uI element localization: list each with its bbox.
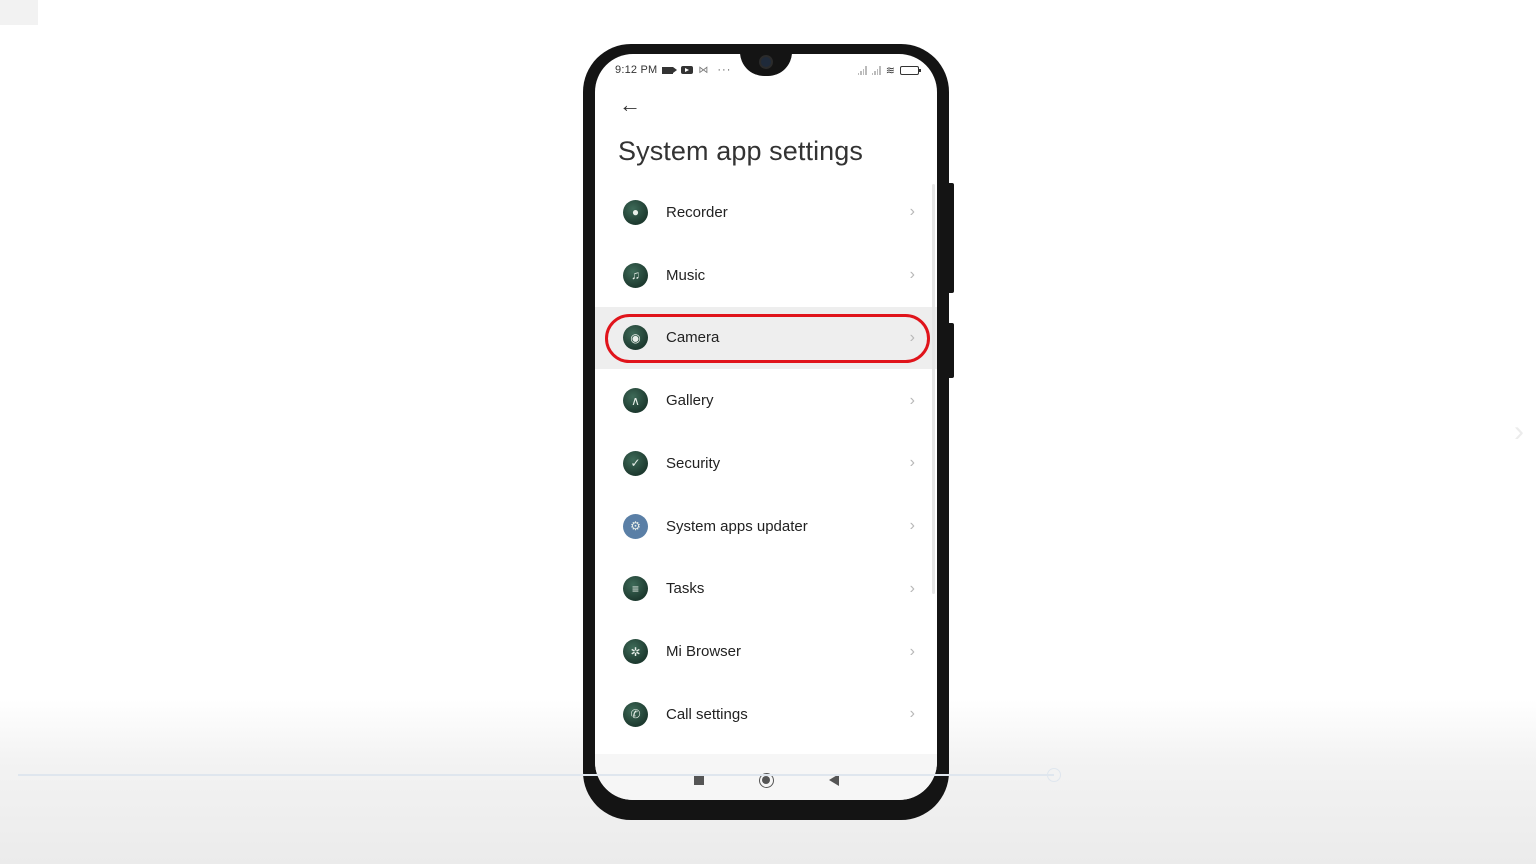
chevron-right-icon: › [909, 454, 915, 472]
corner-overlay-patch [0, 0, 38, 25]
chevron-right-icon: › [909, 705, 915, 723]
status-bar: 9:12 PM ⋈ ··· ≋ [615, 62, 921, 78]
list-item-camera[interactable]: ◉ Camera › [595, 306, 937, 370]
status-time: 9:12 PM [615, 64, 658, 76]
chevron-right-icon: › [909, 266, 915, 284]
video-progress-thumb[interactable] [1047, 768, 1061, 782]
next-slide-chevron-icon[interactable]: › [1514, 417, 1534, 447]
list-item-label: System apps updater [666, 517, 808, 535]
signal-1-icon [857, 65, 867, 75]
music-note-icon: ♫ [623, 262, 648, 288]
list-item-label: Tasks [666, 580, 705, 598]
chevron-right-icon: › [909, 203, 915, 221]
list-item-system-apps-updater[interactable]: ⚙ System apps updater › [595, 495, 937, 558]
list-item-label: Gallery [666, 392, 714, 410]
list-item-mi-browser[interactable]: ✲ Mi Browser › [595, 620, 937, 683]
camera-icon: ◉ [623, 325, 648, 351]
back-button[interactable] [828, 774, 839, 786]
list-item-recorder[interactable]: ● Recorder › [595, 181, 937, 244]
list-item-music[interactable]: ♫ Music › [595, 244, 937, 307]
list-item-tasks[interactable]: ≡ Tasks › [595, 558, 937, 621]
chevron-right-icon: › [909, 517, 915, 535]
list-item-label: Music [666, 266, 706, 284]
gear-icon: ⚙ [623, 513, 648, 539]
youtube-icon [681, 66, 694, 74]
back-arrow-button[interactable]: ← [619, 94, 643, 118]
list-item-label: Mi Browser [666, 643, 742, 661]
list-item-label: Recorder [666, 203, 728, 221]
video-camera-icon [662, 66, 678, 74]
settings-list: ● Recorder › ♫ Music › ◉ Camera › ∧ Gall… [595, 181, 937, 746]
more-dots-icon: ··· [717, 64, 732, 76]
video-progress-track[interactable] [18, 774, 1054, 776]
atom-browser-icon: ✲ [623, 639, 648, 665]
mountain-image-icon: ∧ [623, 388, 648, 414]
chevron-right-icon: › [909, 642, 915, 660]
scrollbar[interactable] [932, 184, 935, 594]
phone-handset-icon: ✆ [623, 701, 648, 727]
volume-button [946, 183, 954, 293]
gmail-icon: ⋈ [698, 64, 709, 76]
list-item-gallery[interactable]: ∧ Gallery › [595, 369, 937, 432]
chevron-right-icon: › [909, 391, 915, 409]
list-item-label: Security [666, 454, 721, 472]
checkmark-shield-icon: ✓ [623, 450, 648, 476]
red-highlight-outline [605, 313, 930, 363]
chevron-right-icon: › [909, 328, 915, 346]
list-item-label: Camera [666, 329, 720, 347]
list-lines-icon: ≡ [623, 576, 648, 602]
signal-2-icon [871, 65, 881, 75]
chevron-right-icon: › [909, 579, 915, 597]
list-item-call-settings[interactable]: ✆ Call settings › [595, 683, 937, 746]
recent-apps-button[interactable] [693, 775, 704, 785]
wifi-icon: ≋ [885, 64, 895, 77]
list-item-label: Call settings [666, 705, 748, 723]
page-title: System app settings [618, 136, 864, 166]
phone-screen: 9:12 PM ⋈ ··· ≋ ← System app settings ● … [595, 54, 937, 800]
list-item-security[interactable]: ✓ Security › [595, 432, 937, 495]
battery-icon [900, 65, 921, 75]
microphone-icon: ● [623, 199, 648, 225]
power-button [946, 323, 954, 378]
navigation-bar [595, 754, 937, 800]
